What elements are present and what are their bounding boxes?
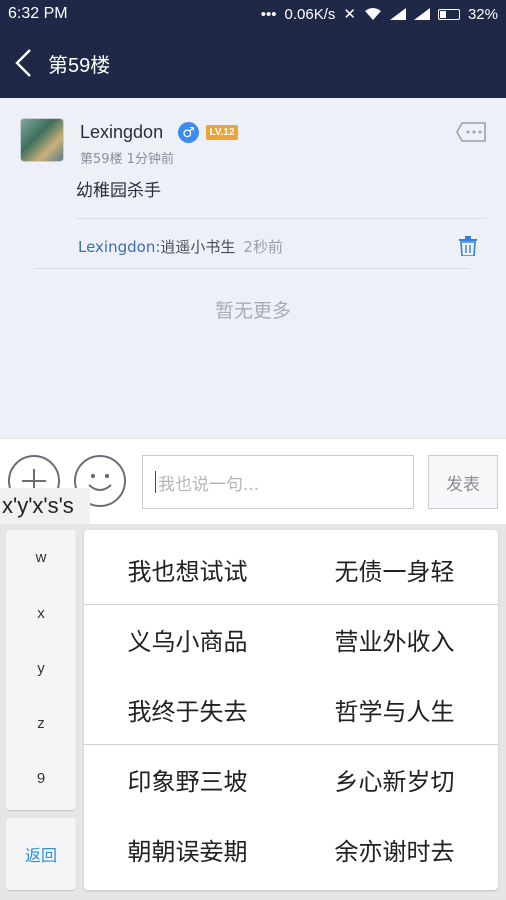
level-badge: LV.12 bbox=[206, 125, 238, 140]
comment-placeholder: 我也说一句... bbox=[158, 474, 260, 495]
page-title: 第59楼 bbox=[48, 54, 111, 77]
nav-bar: 第59楼 bbox=[0, 28, 506, 98]
letter-key[interactable]: 9 bbox=[6, 751, 76, 806]
trash-icon[interactable] bbox=[459, 236, 477, 256]
post-text: 幼稚园杀手 bbox=[76, 181, 161, 201]
wifi-icon bbox=[364, 8, 381, 20]
battery-icon bbox=[437, 8, 460, 20]
letter-key[interactable]: y bbox=[6, 641, 76, 696]
male-icon: ♂ bbox=[178, 122, 199, 143]
comment-input[interactable]: 我也说一句... bbox=[142, 455, 414, 509]
username[interactable]: Lexingdon bbox=[80, 122, 163, 143]
candidate-item[interactable]: 余亦谢时去 bbox=[291, 814, 498, 884]
ime-return-button[interactable]: 返回 bbox=[6, 818, 76, 890]
battery-percent: 32% bbox=[467, 5, 498, 23]
candidate-item[interactable]: 我终于失去 bbox=[84, 674, 291, 744]
candidate-item[interactable]: 哲学与人生 bbox=[291, 674, 498, 744]
post-detail: Lexingdon ♂ LV.12 第59楼 1分钟前 幼稚园杀手 Lexing… bbox=[0, 98, 506, 438]
letter-column: w x y z 9 bbox=[6, 530, 76, 810]
candidate-item[interactable]: 朝朝误妾期 bbox=[84, 814, 291, 884]
signal-icon-2 bbox=[413, 8, 430, 20]
divider bbox=[34, 268, 470, 269]
reply-time: 2秒前 bbox=[243, 238, 283, 256]
reply-author[interactable]: Lexingdon: bbox=[78, 238, 160, 256]
comment-icon[interactable] bbox=[456, 122, 486, 142]
ime-keyboard: w x y z 9 返回 我也想试试 无债一身轻 义乌小商品 营业外收入 我终于… bbox=[0, 524, 506, 900]
text-caret bbox=[155, 471, 156, 493]
status-icons: ••• 0.06K/s ✕ 32% bbox=[260, 5, 498, 24]
signal-icon bbox=[389, 8, 406, 20]
candidate-list: 我也想试试 无债一身轻 义乌小商品 营业外收入 我终于失去 哲学与人生 印象野三… bbox=[84, 530, 498, 890]
network-speed: 0.06K/s bbox=[284, 5, 336, 23]
status-time: 6:32 PM bbox=[8, 5, 68, 22]
candidate-item[interactable]: 无债一身轻 bbox=[291, 534, 498, 604]
candidate-item[interactable]: 乡心新岁切 bbox=[291, 744, 498, 814]
send-button[interactable]: 发表 bbox=[428, 455, 498, 509]
chevron-left-icon bbox=[15, 49, 31, 77]
post-meta: 第59楼 1分钟前 bbox=[80, 152, 174, 167]
candidate-item[interactable]: 印象野三坡 bbox=[84, 744, 291, 814]
letter-key[interactable]: w bbox=[6, 530, 76, 585]
candidate-item[interactable]: 营业外收入 bbox=[291, 604, 498, 674]
candidate-item[interactable]: 义乌小商品 bbox=[84, 604, 291, 674]
no-more-text: 暂无更多 bbox=[214, 300, 291, 322]
pinyin-composition: x'y'x's's bbox=[0, 488, 90, 524]
letter-key[interactable]: z bbox=[6, 696, 76, 751]
more-dots-icon: ••• bbox=[260, 5, 277, 23]
letter-key[interactable]: x bbox=[6, 586, 76, 641]
mute-icon: ✕ bbox=[343, 6, 356, 23]
divider bbox=[76, 218, 486, 219]
status-bar: 6:32 PM ••• 0.06K/s ✕ 32% bbox=[0, 0, 506, 28]
reply-item[interactable]: Lexingdon:逍遥小书生 2秒前 bbox=[78, 236, 283, 257]
candidate-item[interactable]: 我也想试试 bbox=[84, 534, 291, 604]
reply-text: 逍遥小书生 bbox=[160, 238, 236, 256]
back-button[interactable] bbox=[14, 46, 38, 80]
avatar[interactable] bbox=[20, 118, 64, 162]
